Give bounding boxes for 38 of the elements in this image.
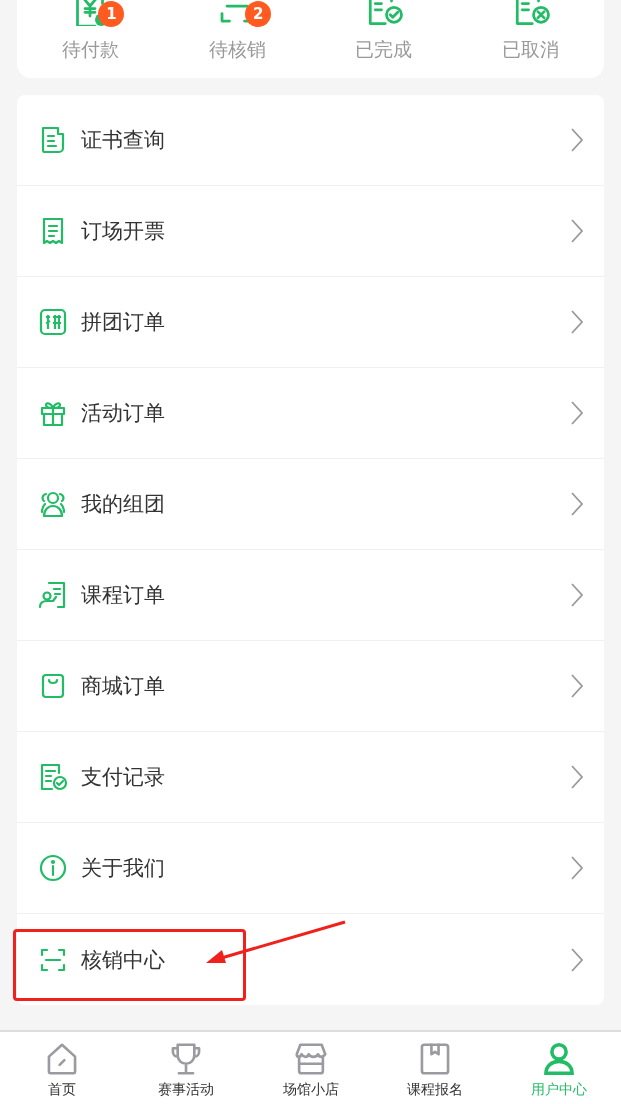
menu-label: 关于我们 <box>81 855 166 882</box>
menu-label: 商城订单 <box>81 673 166 700</box>
chevron-right-icon <box>570 946 584 973</box>
menu-item[interactable]: 商城订单 <box>17 641 604 732</box>
chevron-right-icon <box>570 400 584 426</box>
menu-item[interactable]: 订场开票 <box>17 186 604 277</box>
count-badge: 1 <box>98 1 125 27</box>
chevron-right-icon <box>570 491 584 517</box>
tab[interactable]: 场馆小店 <box>248 1032 373 1104</box>
chevron-right-icon <box>570 582 584 608</box>
chevron-right-icon <box>570 764 584 790</box>
menu-item[interactable]: 我的组团 <box>17 459 604 550</box>
count-badge: 2 <box>245 1 272 27</box>
tab[interactable]: 课程报名 <box>372 1032 497 1104</box>
menu-label: 我的组团 <box>81 491 166 518</box>
tab[interactable]: 赛事活动 <box>124 1032 249 1104</box>
menu-label: 支付记录 <box>81 764 166 791</box>
chevron-right-icon <box>570 218 584 244</box>
menu-item[interactable]: 证书查询 <box>17 95 604 186</box>
chevron-right-icon <box>570 673 584 699</box>
menu-label: 活动订单 <box>81 400 166 427</box>
info-icon <box>37 852 69 884</box>
menu-item[interactable]: 支付记录 <box>17 732 604 823</box>
menu-label: 拼团订单 <box>81 309 166 336</box>
menu-item[interactable]: 活动订单 <box>17 368 604 459</box>
menu-label: 核销中心 <box>81 946 166 974</box>
menu-item[interactable]: 拼团订单 <box>17 277 604 368</box>
menu-item[interactable]: 核销中心 <box>17 914 604 1005</box>
chevron-right-icon <box>570 309 584 335</box>
chevron-right-icon <box>570 127 584 153</box>
menu-label: 订场开票 <box>81 218 166 245</box>
menu-item[interactable]: 关于我们 <box>17 823 604 914</box>
tab[interactable]: 首页 <box>0 1032 125 1104</box>
menu-item[interactable]: 课程订单 <box>17 550 604 641</box>
menu-label: 课程订单 <box>81 582 166 609</box>
menu-label: 证书查询 <box>81 127 166 154</box>
chevron-right-icon <box>570 855 584 881</box>
group-buy-icon <box>37 306 69 338</box>
